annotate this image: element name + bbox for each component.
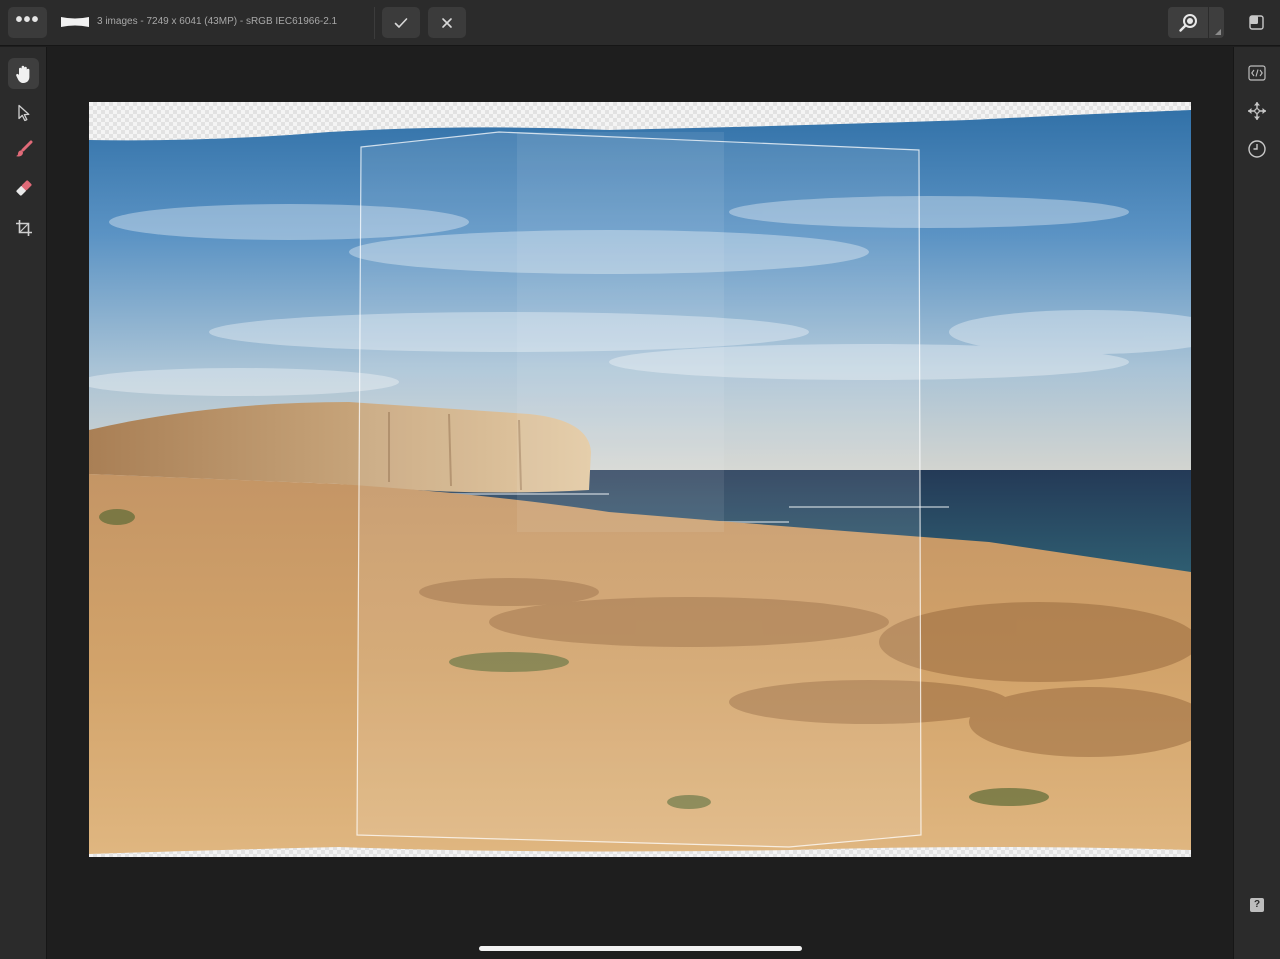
zoom-button[interactable] bbox=[1168, 7, 1224, 38]
history-panel-button[interactable] bbox=[1246, 138, 1268, 160]
clock-icon bbox=[1248, 140, 1266, 158]
top-bar: ••• 3 images - 7249 x 6041 (43MP) - sRGB… bbox=[0, 0, 1280, 46]
document-canvas[interactable] bbox=[89, 102, 1191, 857]
commit-button[interactable] bbox=[382, 7, 420, 38]
layers-panel-icon bbox=[1248, 14, 1264, 30]
code-icon bbox=[1248, 65, 1266, 81]
source-remove-brush[interactable] bbox=[8, 172, 39, 203]
dropdown-triangle-icon bbox=[1215, 29, 1221, 35]
source-add-brush[interactable] bbox=[8, 133, 39, 164]
cancel-button[interactable] bbox=[428, 7, 466, 38]
arrow-pointer-icon bbox=[17, 104, 29, 121]
move-arrows-icon bbox=[1248, 102, 1266, 120]
checkmark-icon bbox=[394, 17, 408, 28]
crop-tool[interactable] bbox=[8, 212, 39, 243]
transform-panel-button[interactable] bbox=[1246, 100, 1268, 122]
crop-icon bbox=[15, 219, 32, 236]
document-info: 3 images - 7249 x 6041 (43MP) - sRGB IEC… bbox=[97, 16, 338, 27]
hand-tool[interactable] bbox=[8, 58, 39, 89]
code-panel-button[interactable] bbox=[1246, 62, 1268, 84]
right-toolbar: ? bbox=[1233, 47, 1280, 959]
help-button[interactable]: ? bbox=[1250, 898, 1264, 912]
zoom-options-toggle[interactable] bbox=[1208, 7, 1224, 38]
more-menu-button[interactable]: ••• bbox=[8, 7, 47, 38]
left-toolbar bbox=[0, 47, 47, 959]
toolbar-divider bbox=[374, 7, 375, 39]
magnifier-icon bbox=[1179, 13, 1197, 32]
move-tool[interactable] bbox=[8, 97, 39, 128]
eraser-icon bbox=[15, 179, 32, 196]
panorama-preview bbox=[89, 110, 1191, 854]
close-icon bbox=[442, 17, 452, 28]
hand-icon bbox=[15, 65, 29, 83]
brush-icon bbox=[15, 140, 32, 156]
panorama-document-icon bbox=[61, 17, 89, 27]
more-dots-icon: ••• bbox=[15, 8, 40, 31]
home-indicator bbox=[479, 946, 802, 951]
layers-panel-button[interactable] bbox=[1246, 12, 1266, 32]
